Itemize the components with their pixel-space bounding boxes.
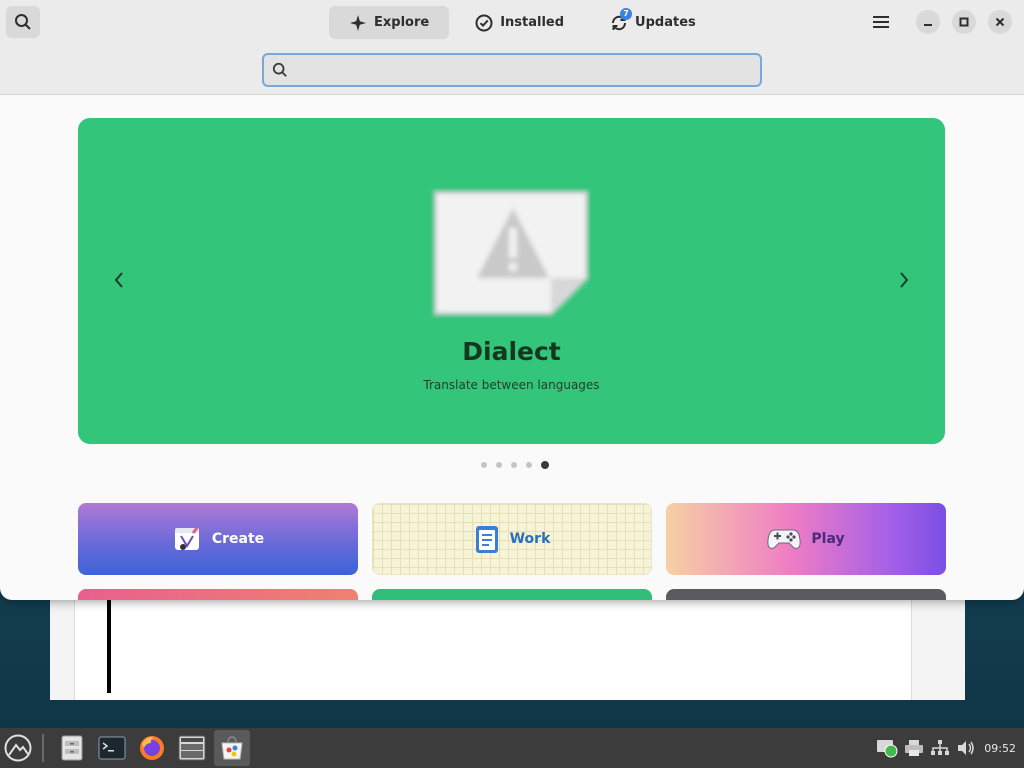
carousel-dot[interactable]	[511, 462, 517, 468]
close-icon	[995, 17, 1005, 27]
start-menu-button[interactable]	[0, 728, 36, 768]
firefox-icon	[140, 736, 164, 760]
terminal-icon	[98, 736, 126, 760]
software-store-icon	[221, 736, 243, 760]
file-cabinet-icon	[61, 735, 83, 761]
tab-installed-label: Installed	[500, 15, 565, 30]
updates-count-badge: 7	[620, 7, 633, 20]
view-switcher: Explore Installed 7 Updates	[329, 6, 716, 39]
missing-image-icon	[431, 188, 591, 318]
maximize-icon	[959, 17, 969, 27]
search-icon	[272, 62, 287, 77]
taskbar-separator	[42, 734, 44, 762]
taskbar-window-manager[interactable]	[174, 730, 210, 766]
carousel-page-indicator	[481, 461, 549, 469]
taskbar-file-cabinet[interactable]	[54, 730, 90, 766]
chevron-right-icon	[900, 272, 909, 288]
tab-updates-label: Updates	[635, 15, 696, 30]
taskbar-software-store[interactable]	[214, 730, 250, 766]
search-toggle-button[interactable]	[6, 6, 40, 38]
carousel-next-button[interactable]	[892, 268, 916, 292]
header-bar: Explore Installed 7 Updates	[0, 0, 1024, 95]
notifications-icon[interactable]	[876, 738, 898, 758]
software-window: Explore Installed 7 Updates Dialect Tran…	[0, 0, 1024, 600]
featured-app-description: Translate between languages	[423, 378, 600, 392]
taskbar-firefox[interactable]	[134, 730, 170, 766]
maximize-button[interactable]	[952, 10, 976, 34]
create-icon	[174, 527, 199, 550]
clipboard-icon	[475, 526, 498, 553]
category-work-button[interactable]: Work	[372, 503, 652, 575]
carousel-dot[interactable]	[496, 462, 502, 468]
category-create-label: Create	[211, 531, 265, 547]
volume-icon[interactable]	[956, 739, 976, 757]
search-input[interactable]	[288, 55, 760, 85]
check-circle-icon	[475, 14, 493, 32]
text-cursor	[107, 598, 111, 693]
carousel-dot[interactable]	[526, 462, 532, 468]
category-play-button[interactable]: Play	[666, 503, 946, 575]
search-bar	[262, 53, 762, 87]
tab-explore[interactable]: Explore	[329, 6, 450, 39]
featured-app-name: Dialect	[462, 337, 561, 366]
chevron-left-icon	[114, 272, 123, 288]
category-work-label: Work	[509, 531, 551, 547]
category-tile-partial[interactable]	[666, 589, 946, 600]
sparkle-icon	[349, 14, 367, 32]
refresh-icon: 7	[610, 7, 633, 32]
featured-carousel[interactable]: Dialect Translate between languages	[78, 118, 945, 444]
minimize-button[interactable]	[916, 10, 940, 34]
carousel-previous-button[interactable]	[107, 268, 131, 292]
printer-icon[interactable]	[904, 739, 924, 757]
tab-installed[interactable]: Installed	[455, 6, 584, 39]
window-manager-icon	[178, 735, 206, 761]
taskbar: 09:52	[0, 728, 1024, 768]
system-tray: 09:52	[876, 728, 1024, 768]
clock[interactable]: 09:52	[984, 742, 1016, 755]
tab-explore-label: Explore	[374, 15, 430, 30]
category-tile-partial[interactable]	[372, 589, 652, 600]
hamburger-menu-icon	[873, 16, 889, 28]
close-button[interactable]	[988, 10, 1012, 34]
tab-updates[interactable]: 7 Updates	[590, 6, 716, 39]
minimize-icon	[924, 24, 932, 26]
carousel-dot-active[interactable]	[541, 461, 549, 469]
main-menu-button[interactable]	[868, 9, 894, 35]
category-create-button[interactable]: Create	[78, 503, 358, 575]
gamepad-icon	[767, 529, 802, 549]
carousel-dot[interactable]	[481, 462, 487, 468]
window-controls	[868, 9, 1012, 35]
category-tile-partial[interactable]	[78, 589, 358, 600]
start-menu-icon	[4, 734, 32, 762]
network-icon[interactable]	[930, 739, 950, 757]
search-icon	[15, 14, 31, 30]
taskbar-terminal[interactable]	[94, 730, 130, 766]
category-play-label: Play	[811, 531, 845, 547]
